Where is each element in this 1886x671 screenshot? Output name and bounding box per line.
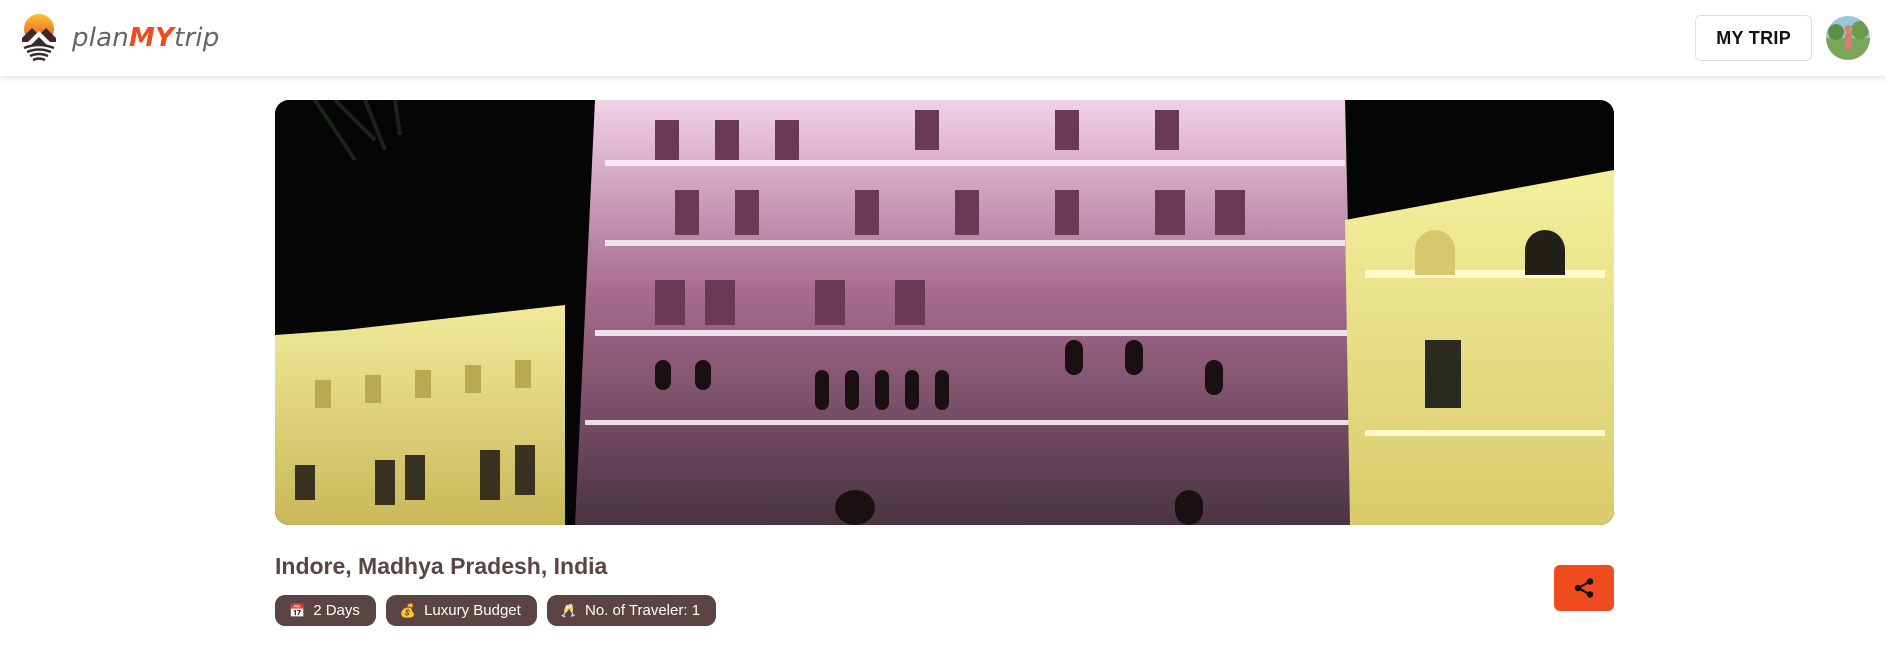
chip-days-label: 2 Days: [313, 602, 360, 619]
brand-prefix: plan: [72, 23, 129, 53]
money-bag-icon: 💰: [399, 603, 417, 618]
brand-logo[interactable]: planMYtrip: [18, 12, 219, 64]
chip-budget: 💰 Luxury Budget: [385, 595, 537, 626]
share-icon: [1574, 578, 1594, 598]
hero-image: [275, 100, 1614, 525]
chip-travelers: 🥂 No. of Traveler: 1: [546, 595, 717, 626]
brand-middle: MY: [128, 23, 175, 53]
toast-icon: 🥂: [560, 603, 577, 618]
share-button[interactable]: [1554, 565, 1614, 611]
calendar-icon: 📅: [289, 603, 306, 618]
trip-location-title: Indore, Madhya Pradesh, India: [275, 553, 608, 579]
header-actions: MY TRIP: [1695, 15, 1870, 61]
chip-days: 📅 2 Days: [275, 595, 376, 626]
brand-name: planMYtrip: [72, 23, 219, 53]
app-header: planMYtrip MY TRIP: [0, 0, 1886, 76]
palace-image: [275, 100, 1614, 525]
chip-travelers-label: No. of Traveler: 1: [584, 602, 701, 619]
user-avatar-icon[interactable]: [1826, 16, 1870, 60]
chip-budget-label: Luxury Budget: [424, 602, 521, 619]
logo-icon: [22, 14, 56, 62]
brand-suffix: trip: [174, 23, 220, 53]
trip-info-chips: 📅 2 Days 💰 Luxury Budget 🥂 No. of Travel…: [275, 595, 717, 626]
my-trip-button[interactable]: MY TRIP: [1695, 15, 1812, 61]
